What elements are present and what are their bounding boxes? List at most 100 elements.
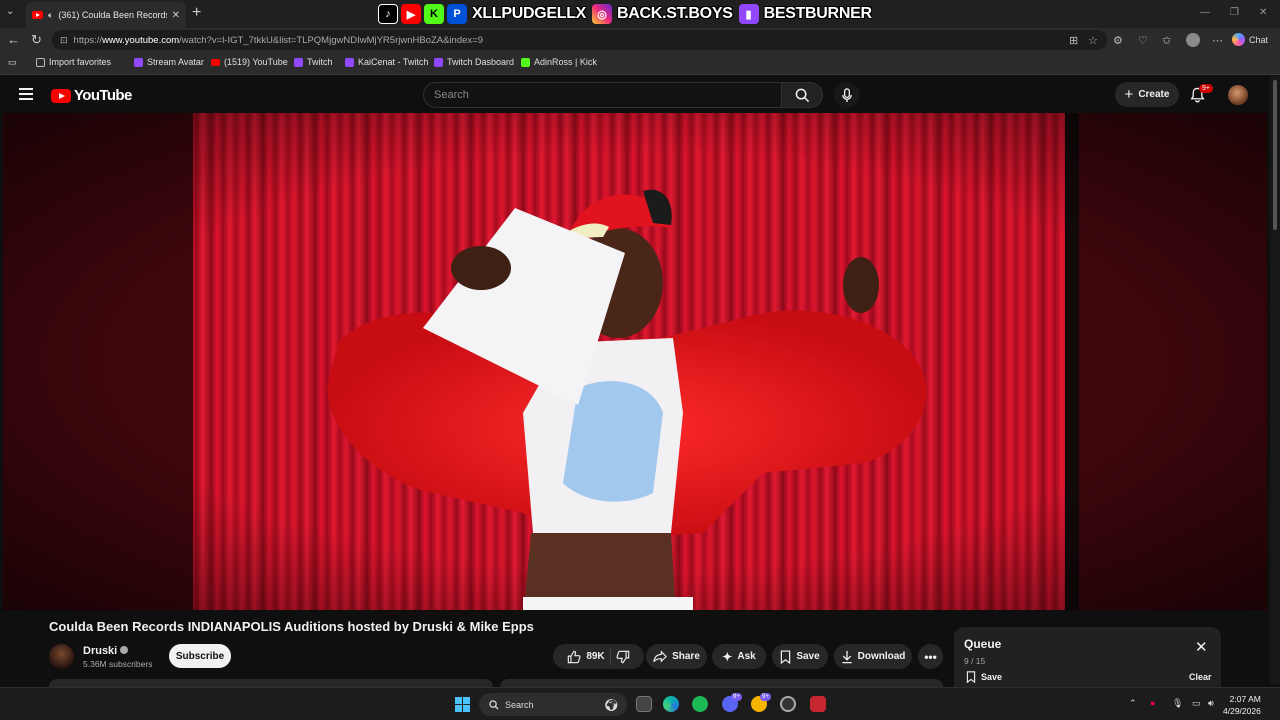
- more-actions-button[interactable]: •••: [918, 644, 943, 669]
- extensions-icon[interactable]: ⚙: [1113, 34, 1123, 47]
- favorite-label: Import favorites: [49, 57, 112, 67]
- favorite-kick[interactable]: AdinRoss | Kick: [521, 57, 597, 67]
- microphone-icon: [842, 87, 852, 102]
- steam-icon[interactable]: [780, 696, 796, 712]
- search-button[interactable]: [781, 82, 823, 108]
- thumbs-down-icon[interactable]: [616, 650, 630, 664]
- queue-panel: Queue 9 / 15 ✕ Save Clear: [954, 627, 1221, 687]
- tiktok-icon: ♪: [378, 4, 398, 24]
- network-icon[interactable]: ▭: [1192, 698, 1201, 709]
- comments-preview-box[interactable]: [500, 679, 943, 687]
- description-box[interactable]: [49, 679, 493, 687]
- refresh-icon[interactable]: ↻: [31, 32, 42, 48]
- save-button[interactable]: Save: [772, 644, 828, 669]
- youtube-logo[interactable]: YouTube: [51, 87, 132, 104]
- favorite-label: AdinRoss | Kick: [534, 57, 597, 67]
- favorite-label: Stream Avatar: [147, 57, 204, 67]
- queue-save-button[interactable]: Save: [966, 671, 1002, 683]
- scrollbar-thumb[interactable]: [1273, 80, 1277, 230]
- like-button[interactable]: 89K: [567, 650, 605, 664]
- favorite-stream-avatar[interactable]: Stream Avatar: [134, 57, 204, 67]
- browser-tab-bar: ⌄ 🔈︎ (361) Coulda Been Records IN ✕ + ♪ …: [0, 0, 1280, 28]
- system-clock[interactable]: 2:07 AM 4/29/2026: [1223, 693, 1261, 717]
- like-divider: [609, 648, 611, 665]
- channel-avatar[interactable]: [49, 644, 74, 669]
- search-input[interactable]: Search: [423, 82, 782, 108]
- page-scrollbar[interactable]: [1270, 76, 1280, 684]
- folder-icon: [36, 57, 45, 67]
- url-host: www.youtube.com: [102, 34, 180, 46]
- close-queue-icon[interactable]: ✕: [1195, 640, 1208, 655]
- queue-save-label: Save: [981, 672, 1003, 682]
- twitch-favicon-icon: [434, 57, 443, 67]
- queue-position: 9 / 15: [964, 656, 986, 666]
- playstation-icon: P: [447, 4, 467, 24]
- search-icon: [489, 699, 499, 710]
- download-button[interactable]: Download: [834, 644, 912, 669]
- tab-actions-menu-icon[interactable]: ⌄: [6, 6, 14, 17]
- favorite-star-icon[interactable]: ☆: [1088, 34, 1098, 47]
- new-tab-button[interactable]: +: [192, 4, 201, 22]
- profile-icon[interactable]: [1186, 33, 1200, 47]
- volume-icon[interactable]: 🔊︎: [1208, 698, 1214, 709]
- overlay-handle-3: BESTBURNER: [763, 5, 872, 22]
- youtube-logo-icon: [51, 88, 71, 103]
- thumbs-up-icon: [568, 650, 581, 663]
- microphone-tray-icon[interactable]: 🎙︎: [1172, 698, 1183, 709]
- task-view-icon[interactable]: [636, 696, 652, 712]
- spotify-icon[interactable]: [692, 696, 708, 712]
- create-label: Create: [1138, 89, 1170, 100]
- favorite-label: Twitch Dasboard: [447, 57, 515, 67]
- twitch-favicon-icon: [345, 57, 354, 67]
- close-window-icon[interactable]: ✕: [1259, 7, 1267, 18]
- share-button[interactable]: Share: [646, 644, 707, 669]
- favorite-import[interactable]: Import favorites: [36, 57, 111, 67]
- browser-essentials-icon[interactable]: ♡: [1138, 34, 1148, 47]
- account-avatar[interactable]: [1228, 85, 1248, 105]
- sparkle-icon: ✦: [722, 649, 733, 664]
- app-available-icon[interactable]: ⊞: [1069, 34, 1078, 47]
- edge-browser-icon[interactable]: [663, 696, 679, 712]
- kick-icon: K: [424, 4, 444, 24]
- voice-search-button[interactable]: [834, 82, 860, 108]
- close-tab-icon[interactable]: ✕: [172, 10, 180, 21]
- copilot-chat-button[interactable]: Chat: [1232, 33, 1268, 46]
- windows-start-icon[interactable]: [455, 697, 470, 712]
- speaker-icon[interactable]: 🔈︎: [48, 10, 53, 21]
- tray-app-icon[interactable]: ●: [1150, 698, 1155, 708]
- url-field[interactable]: ⊡ https://www.youtube.com/watch?v=l-IGT_…: [52, 30, 1107, 50]
- ask-button[interactable]: ✦ Ask: [712, 644, 766, 669]
- favorites-menu-icon[interactable]: ▭: [8, 57, 17, 68]
- more-menu-icon[interactable]: ⋯: [1212, 34, 1223, 47]
- taskbar-search-label: Search: [505, 699, 534, 710]
- twitch-icon: ▮: [738, 4, 759, 24]
- menu-icon[interactable]: [19, 88, 33, 103]
- address-bar-row: ← ↻ ⊡ https://www.youtube.com/watch?v=l-…: [0, 28, 1280, 52]
- favorite-kaicenat[interactable]: KaiCenat - Twitch: [345, 57, 428, 67]
- save-label: Save: [796, 651, 820, 662]
- channel-name[interactable]: Druski: [83, 645, 129, 657]
- game-launcher-icon[interactable]: [810, 696, 826, 712]
- taskbar-search[interactable]: Search 🌍︎: [479, 693, 627, 716]
- video-player[interactable]: [3, 113, 1267, 610]
- twitch-favicon-icon: [294, 57, 303, 67]
- restore-icon[interactable]: ❐: [1230, 7, 1239, 18]
- back-icon[interactable]: ←: [7, 32, 20, 47]
- favorite-youtube[interactable]: (1519) YouTube: [211, 57, 288, 67]
- favorite-twitch[interactable]: Twitch: [294, 57, 333, 67]
- queue-clear-button[interactable]: Clear: [1189, 672, 1212, 682]
- subscribe-button[interactable]: Subscribe: [169, 644, 231, 668]
- active-tab[interactable]: 🔈︎ (361) Coulda Been Records IN ✕: [26, 2, 186, 28]
- show-hidden-icons-icon[interactable]: ⌃: [1129, 698, 1137, 709]
- plus-icon: +: [1124, 85, 1134, 103]
- site-info-icon[interactable]: ⊡: [60, 35, 68, 46]
- overlay-handle-2: BACK.ST.BOYS: [617, 5, 733, 22]
- youtube-icon: ▶: [401, 4, 421, 24]
- app-badge: 9+: [760, 693, 771, 701]
- create-button[interactable]: + Create: [1115, 82, 1179, 107]
- minimize-icon[interactable]: —: [1200, 7, 1210, 18]
- stream-overlay-banner: ♪ ▶ K P XLLPUDGELLX ◎ BACK.ST.BOYS ▮ BES…: [378, 3, 875, 25]
- favorites-icon[interactable]: ✩: [1162, 34, 1171, 47]
- favorite-twitch-dashboard[interactable]: Twitch Dasboard: [434, 57, 514, 67]
- ask-label: Ask: [737, 651, 756, 662]
